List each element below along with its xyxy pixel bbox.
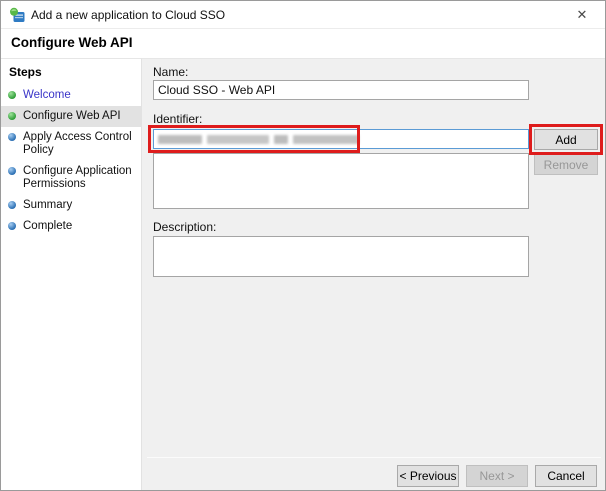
wizard-dialog: Add a new application to Cloud SSO ✕ Con… bbox=[0, 0, 606, 491]
description-label: Description: bbox=[153, 220, 216, 234]
page-header: Configure Web API bbox=[1, 29, 605, 58]
app-icon bbox=[9, 7, 25, 23]
step-label: Complete bbox=[23, 220, 72, 232]
steps-sidebar: Steps Welcome Configure Web API Apply Ac… bbox=[1, 58, 142, 490]
step-pending-dot-icon bbox=[8, 167, 16, 175]
sidebar-item-complete: Complete bbox=[1, 216, 141, 237]
name-input[interactable] bbox=[153, 80, 529, 100]
previous-button[interactable]: < Previous bbox=[397, 465, 459, 487]
sidebar-item-configure-application-permissions: Configure Application Permissions bbox=[1, 161, 141, 195]
window-title: Add a new application to Cloud SSO bbox=[31, 8, 225, 22]
step-label: Apply Access Control Policy bbox=[23, 131, 132, 156]
sidebar-item-configure-web-api[interactable]: Configure Web API bbox=[1, 106, 141, 127]
page-title: Configure Web API bbox=[11, 35, 133, 50]
close-icon: ✕ bbox=[577, 7, 588, 22]
identifier-redacted-text bbox=[207, 135, 269, 144]
identifier-listbox[interactable] bbox=[153, 153, 529, 209]
next-button: Next > bbox=[466, 465, 528, 487]
step-pending-dot-icon bbox=[8, 133, 16, 141]
step-label: Welcome bbox=[23, 89, 71, 101]
identifier-input[interactable] bbox=[153, 129, 529, 149]
step-label: Summary bbox=[23, 199, 72, 211]
remove-button: Remove bbox=[534, 154, 598, 175]
step-label: Configure Application Permissions bbox=[23, 165, 132, 190]
name-label: Name: bbox=[153, 65, 188, 79]
description-textarea[interactable] bbox=[153, 236, 529, 277]
step-pending-dot-icon bbox=[8, 222, 16, 230]
sidebar-item-summary: Summary bbox=[1, 195, 141, 216]
identifier-label: Identifier: bbox=[153, 112, 202, 126]
footer-divider bbox=[147, 457, 601, 458]
add-button[interactable]: Add bbox=[534, 129, 598, 150]
sidebar-item-apply-access-control-policy: Apply Access Control Policy bbox=[1, 127, 141, 161]
cancel-button[interactable]: Cancel bbox=[535, 465, 597, 487]
step-current-dot-icon bbox=[8, 112, 16, 120]
step-pending-dot-icon bbox=[8, 201, 16, 209]
step-done-dot-icon bbox=[8, 91, 16, 99]
identifier-redacted-text bbox=[293, 135, 359, 144]
steps-header: Steps bbox=[9, 65, 42, 79]
title-bar: Add a new application to Cloud SSO ✕ bbox=[1, 1, 605, 29]
step-label: Configure Web API bbox=[23, 110, 121, 122]
identifier-redacted-text bbox=[158, 135, 202, 144]
close-button[interactable]: ✕ bbox=[567, 3, 597, 27]
sidebar-item-welcome[interactable]: Welcome bbox=[1, 85, 141, 106]
identifier-redacted-text bbox=[274, 135, 288, 144]
steps-list: Welcome Configure Web API Apply Access C… bbox=[1, 85, 141, 237]
